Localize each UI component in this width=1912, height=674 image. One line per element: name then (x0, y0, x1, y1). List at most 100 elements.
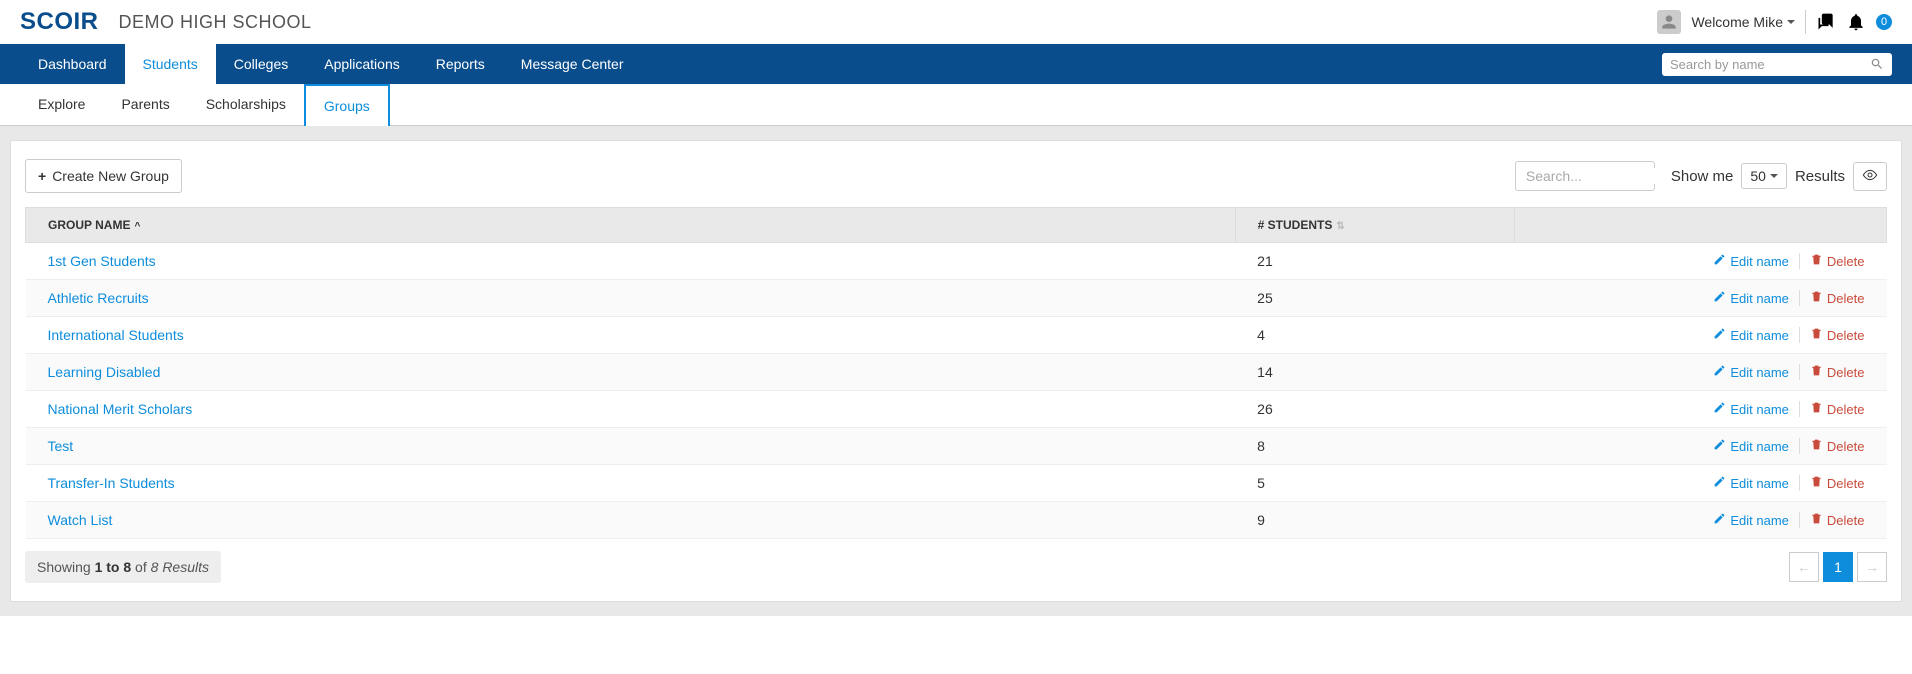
table-row: Test 8 Edit name Delete (26, 428, 1887, 465)
student-count: 26 (1235, 391, 1514, 428)
sort-asc-icon: ^ (134, 221, 140, 232)
group-link[interactable]: Test (48, 438, 74, 454)
header-left: SCOIR DEMO HIGH SCHOOL (20, 8, 312, 36)
top-header: SCOIR DEMO HIGH SCHOOL Welcome Mike 0 (0, 0, 1912, 44)
edit-name-button[interactable]: Edit name (1713, 253, 1789, 269)
edit-label: Edit name (1730, 439, 1789, 454)
group-link[interactable]: National Merit Scholars (48, 401, 193, 417)
show-me-label: Show me (1671, 168, 1734, 185)
create-group-button[interactable]: + Create New Group (25, 159, 182, 193)
group-link[interactable]: Transfer-In Students (48, 475, 175, 491)
student-count: 8 (1235, 428, 1514, 465)
student-count: 9 (1235, 502, 1514, 539)
group-link[interactable]: Learning Disabled (48, 364, 161, 380)
trash-icon (1810, 512, 1823, 528)
welcome-text: Welcome Mike (1691, 14, 1783, 30)
app-logo[interactable]: SCOIR (20, 8, 99, 36)
delete-label: Delete (1827, 476, 1865, 491)
pencil-icon (1713, 290, 1726, 306)
table-row: National Merit Scholars 26 Edit name Delete (26, 391, 1887, 428)
tab-reports[interactable]: Reports (418, 44, 503, 84)
student-count: 14 (1235, 354, 1514, 391)
delete-button[interactable]: Delete (1799, 327, 1865, 343)
delete-button[interactable]: Delete (1799, 475, 1865, 491)
tab-message-center[interactable]: Message Center (503, 44, 642, 84)
edit-label: Edit name (1730, 513, 1789, 528)
subtab-explore[interactable]: Explore (20, 84, 103, 125)
pencil-icon (1713, 327, 1726, 343)
table-row: Athletic Recruits25Edit nameDelete (26, 280, 1887, 317)
subtab-groups[interactable]: Groups (304, 84, 390, 126)
main-nav-tabs: Dashboard Students Colleges Applications… (20, 44, 642, 84)
edit-name-button[interactable]: Edit name (1713, 512, 1789, 528)
edit-label: Edit name (1730, 328, 1789, 343)
pencil-icon (1713, 401, 1726, 417)
delete-button[interactable]: Delete (1799, 512, 1865, 528)
user-menu[interactable]: Welcome Mike (1691, 14, 1795, 30)
tab-dashboard[interactable]: Dashboard (20, 44, 125, 84)
col-group-name[interactable]: GROUP NAME ^ (26, 208, 1236, 243)
group-link[interactable]: Watch List (48, 512, 113, 528)
delete-button[interactable]: Delete (1799, 401, 1865, 417)
showing-range: 1 to 8 (95, 559, 132, 575)
pencil-icon (1713, 512, 1726, 528)
global-search[interactable] (1662, 53, 1892, 76)
notification-badge[interactable]: 0 (1876, 14, 1892, 30)
pager-page-1[interactable]: 1 (1823, 552, 1853, 582)
delete-button[interactable]: Delete (1799, 438, 1865, 454)
trash-icon (1810, 290, 1823, 306)
col-group-name-label: GROUP NAME (48, 218, 130, 232)
edit-name-button[interactable]: Edit name (1713, 327, 1789, 343)
subtab-scholarships[interactable]: Scholarships (188, 84, 304, 125)
tab-applications[interactable]: Applications (306, 44, 418, 84)
page-size-select[interactable]: 50 (1741, 163, 1787, 189)
trash-icon (1810, 364, 1823, 380)
edit-label: Edit name (1730, 476, 1789, 491)
pagination: ← 1 → (1789, 552, 1887, 582)
group-link[interactable]: Athletic Recruits (48, 290, 149, 306)
table-footer: Showing 1 to 8 of 8 Results ← 1 → (25, 551, 1887, 583)
tab-students[interactable]: Students (125, 44, 216, 84)
delete-button[interactable]: Delete (1799, 364, 1865, 380)
student-count: 4 (1235, 317, 1514, 354)
pager-prev[interactable]: ← (1789, 552, 1819, 582)
delete-button[interactable]: Delete (1799, 290, 1865, 306)
plus-icon: + (38, 168, 46, 184)
group-link[interactable]: International Students (48, 327, 184, 343)
tab-colleges[interactable]: Colleges (216, 44, 306, 84)
eye-icon (1862, 169, 1878, 181)
showing-prefix: Showing (37, 559, 95, 575)
table-header-row: GROUP NAME ^ # STUDENTS⇅ (26, 208, 1887, 243)
edit-label: Edit name (1730, 402, 1789, 417)
main-nav: Dashboard Students Colleges Applications… (0, 44, 1912, 84)
delete-label: Delete (1827, 365, 1865, 380)
edit-name-button[interactable]: Edit name (1713, 401, 1789, 417)
trash-icon (1810, 327, 1823, 343)
col-students[interactable]: # STUDENTS⇅ (1235, 208, 1514, 243)
edit-name-button[interactable]: Edit name (1713, 475, 1789, 491)
edit-name-button[interactable]: Edit name (1713, 290, 1789, 306)
trash-icon (1810, 401, 1823, 417)
trash-icon (1810, 438, 1823, 454)
trash-icon (1810, 475, 1823, 491)
global-search-input[interactable] (1670, 57, 1870, 72)
user-avatar-icon (1657, 10, 1681, 34)
edit-label: Edit name (1730, 291, 1789, 306)
showing-total: 8 Results (151, 559, 209, 575)
table-search[interactable] (1515, 161, 1655, 191)
table-row: International Students 4 Edit name Delete (26, 317, 1887, 354)
school-name: DEMO HIGH SCHOOL (119, 12, 312, 33)
table-row: Watch List 9 Edit name Delete (26, 502, 1887, 539)
edit-name-button[interactable]: Edit name (1713, 364, 1789, 380)
visibility-toggle-button[interactable] (1853, 162, 1887, 191)
showing-of: of (131, 559, 150, 575)
pager-next[interactable]: → (1857, 552, 1887, 582)
group-link[interactable]: 1st Gen Students (48, 253, 156, 269)
delete-button[interactable]: Delete (1799, 253, 1865, 269)
delete-label: Delete (1827, 328, 1865, 343)
bell-icon[interactable] (1846, 12, 1866, 32)
subtab-parents[interactable]: Parents (103, 84, 187, 125)
col-actions (1514, 208, 1886, 243)
edit-name-button[interactable]: Edit name (1713, 438, 1789, 454)
chat-icon[interactable] (1816, 12, 1836, 32)
